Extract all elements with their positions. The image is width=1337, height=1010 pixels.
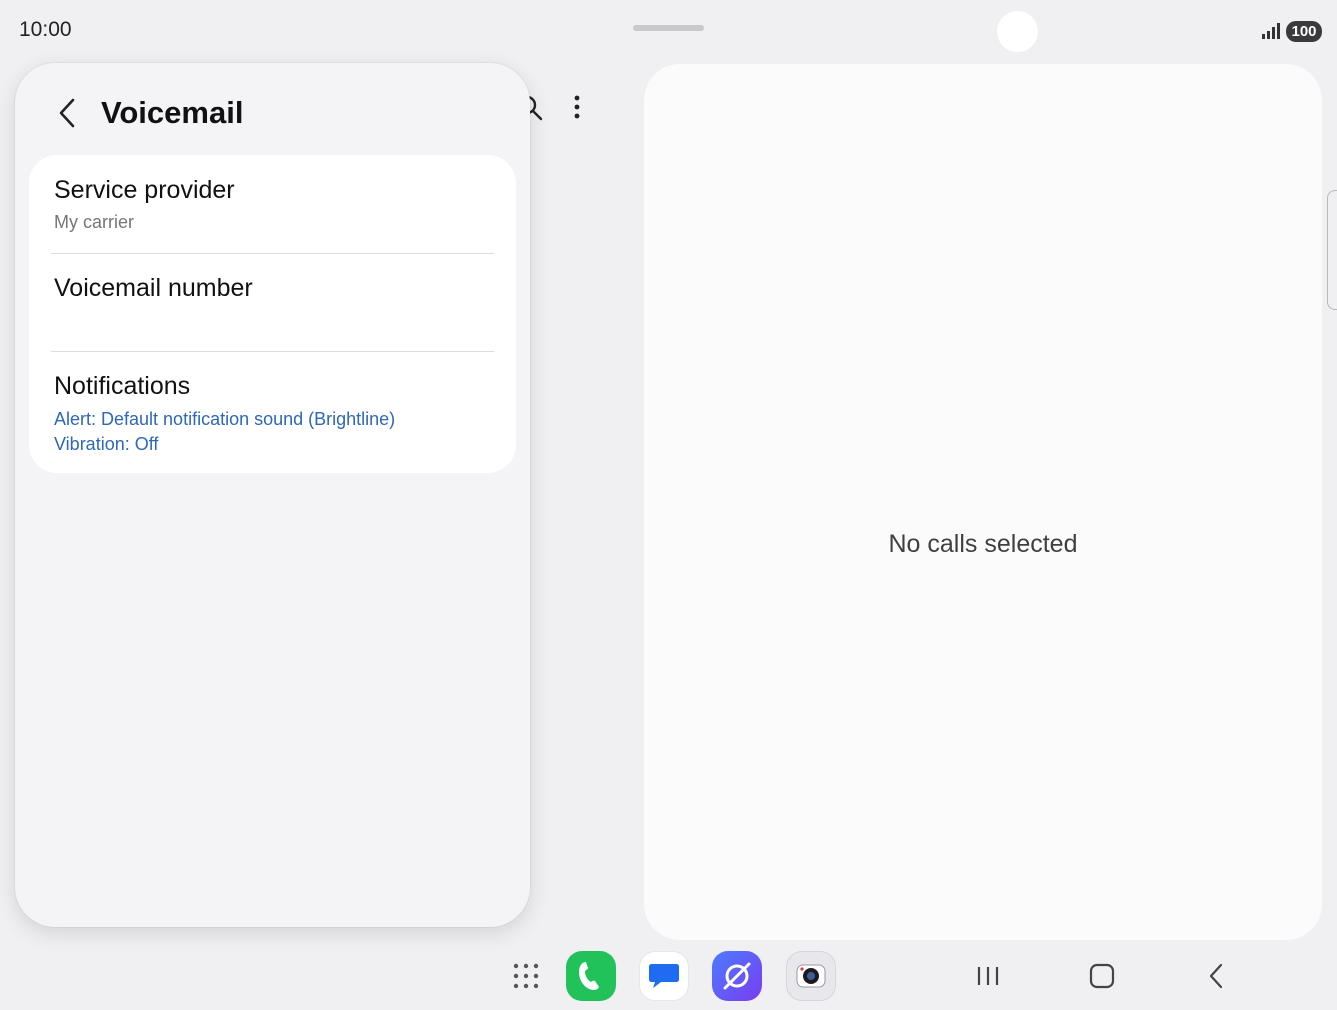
- empty-state-text: No calls selected: [888, 530, 1078, 558]
- back-button[interactable]: [51, 95, 83, 131]
- setting-service-provider[interactable]: Service provider My carrier: [29, 155, 516, 253]
- internet-app-icon[interactable]: [712, 951, 762, 1001]
- setting-notifications[interactable]: Notifications Alert: Default notificatio…: [29, 352, 516, 473]
- page-title: Voicemail: [101, 95, 244, 130]
- voicemail-popup-window: Voicemail Service provider My carrier Vo…: [15, 63, 530, 927]
- back-icon: [1209, 963, 1223, 989]
- home-button[interactable]: [1082, 958, 1122, 994]
- planet-icon: [723, 962, 751, 990]
- more-vert-icon[interactable]: [566, 94, 588, 122]
- recents-button[interactable]: [968, 958, 1008, 994]
- setting-summary-alert: Alert: Default notification sound (Brigh…: [54, 409, 396, 429]
- call-detail-pane: No calls selected: [644, 64, 1322, 940]
- setting-title: Service provider: [54, 176, 235, 204]
- chat-bubble-icon: [649, 964, 679, 988]
- phone-icon: [579, 962, 599, 990]
- edge-panel-handle[interactable]: [1327, 190, 1337, 310]
- phone-app-icon[interactable]: [566, 951, 616, 1001]
- messages-app-icon[interactable]: [639, 951, 689, 1001]
- chevron-left-icon: [59, 98, 75, 128]
- screen: 10:00 100 No calls selected Voicemail Se…: [0, 0, 1337, 1010]
- home-icon: [1089, 963, 1115, 989]
- battery-icon: 100: [1286, 21, 1322, 42]
- setting-title: Notifications: [54, 372, 191, 400]
- setting-summary-vibration: Vibration: Off: [54, 434, 159, 454]
- camera-lens-icon: [796, 964, 826, 988]
- status-time: 10:00: [19, 18, 72, 41]
- setting-voicemail-number[interactable]: Voicemail number: [29, 254, 516, 351]
- camera-cutout: [997, 11, 1038, 52]
- signal-icon: [1262, 23, 1280, 39]
- window-drag-handle[interactable]: [633, 25, 704, 31]
- setting-title: Voicemail number: [54, 274, 253, 302]
- recents-icon: [977, 967, 999, 985]
- settings-card: Service provider My carrier Voicemail nu…: [29, 155, 516, 473]
- apps-grid-icon[interactable]: [513, 963, 539, 989]
- camera-app-icon[interactable]: [786, 951, 836, 1001]
- setting-summary: My carrier: [54, 212, 134, 232]
- nav-back-button[interactable]: [1196, 958, 1236, 994]
- battery-level: 100: [1291, 23, 1317, 40]
